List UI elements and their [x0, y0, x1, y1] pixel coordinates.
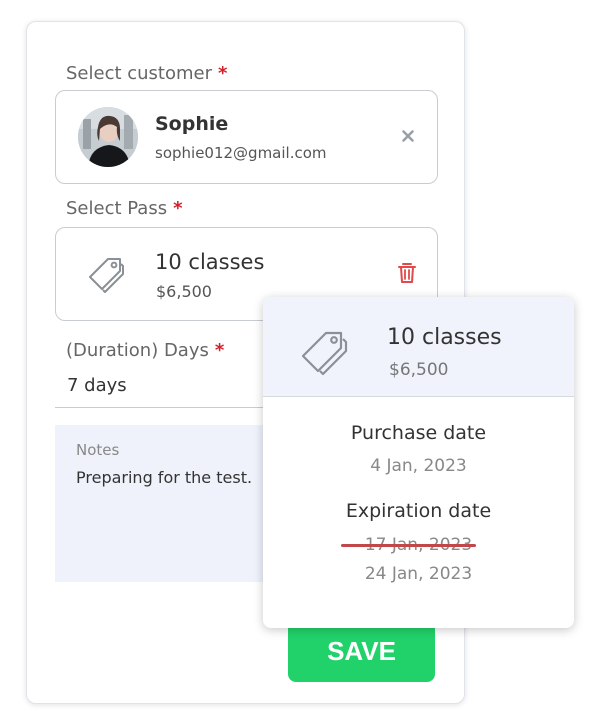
pass-label-text: Select Pass: [66, 198, 168, 219]
required-mark: *: [214, 340, 225, 361]
avatar: [78, 107, 138, 167]
customer-label-text: Select customer: [66, 63, 213, 84]
pass-name: 10 classes: [155, 250, 265, 274]
pass-label: Select Pass *: [66, 198, 183, 219]
trash-icon[interactable]: [397, 262, 417, 284]
customer-label: Select customer *: [66, 63, 227, 84]
duration-label: (Duration) Days *: [66, 340, 224, 361]
customer-email: sophie012@gmail.com: [155, 144, 327, 162]
popup-header: 10 classes $6,500: [263, 297, 574, 397]
tag-icon: [86, 256, 126, 301]
notes-label: Notes: [76, 441, 120, 459]
required-mark: *: [173, 198, 183, 219]
tag-icon: [299, 330, 349, 381]
duration-underline: [55, 407, 275, 408]
duration-input[interactable]: 7 days: [67, 375, 127, 396]
customer-select[interactable]: Sophie sophie012@gmail.com: [55, 90, 438, 184]
notes-field[interactable]: Notes Preparing for the test.: [55, 425, 295, 582]
expiration-date-label: Expiration date: [345, 500, 492, 522]
pass-details-popup: 10 classes $6,500 Purchase date 4 Jan, 2…: [263, 297, 574, 628]
pass-price: $6,500: [156, 282, 212, 301]
popup-pass-price: $6,500: [389, 360, 449, 380]
old-expiration-date: 17 Jan, 2023: [340, 535, 477, 555]
avatar-image: [78, 107, 138, 167]
save-button[interactable]: SAVE: [288, 621, 435, 682]
new-expiration-date: 24 Jan, 2023: [364, 564, 473, 584]
required-mark: *: [218, 63, 228, 84]
duration-label-text: (Duration) Days: [66, 340, 209, 361]
purchase-date-label: Purchase date: [350, 422, 487, 444]
notes-text: Preparing for the test.: [76, 468, 253, 487]
old-expiration-wrap: 17 Jan, 2023: [263, 535, 574, 555]
customer-name: Sophie: [155, 113, 229, 135]
close-icon[interactable]: [401, 129, 415, 143]
popup-pass-name: 10 classes: [387, 325, 502, 350]
purchase-date: 4 Jan, 2023: [370, 456, 467, 476]
